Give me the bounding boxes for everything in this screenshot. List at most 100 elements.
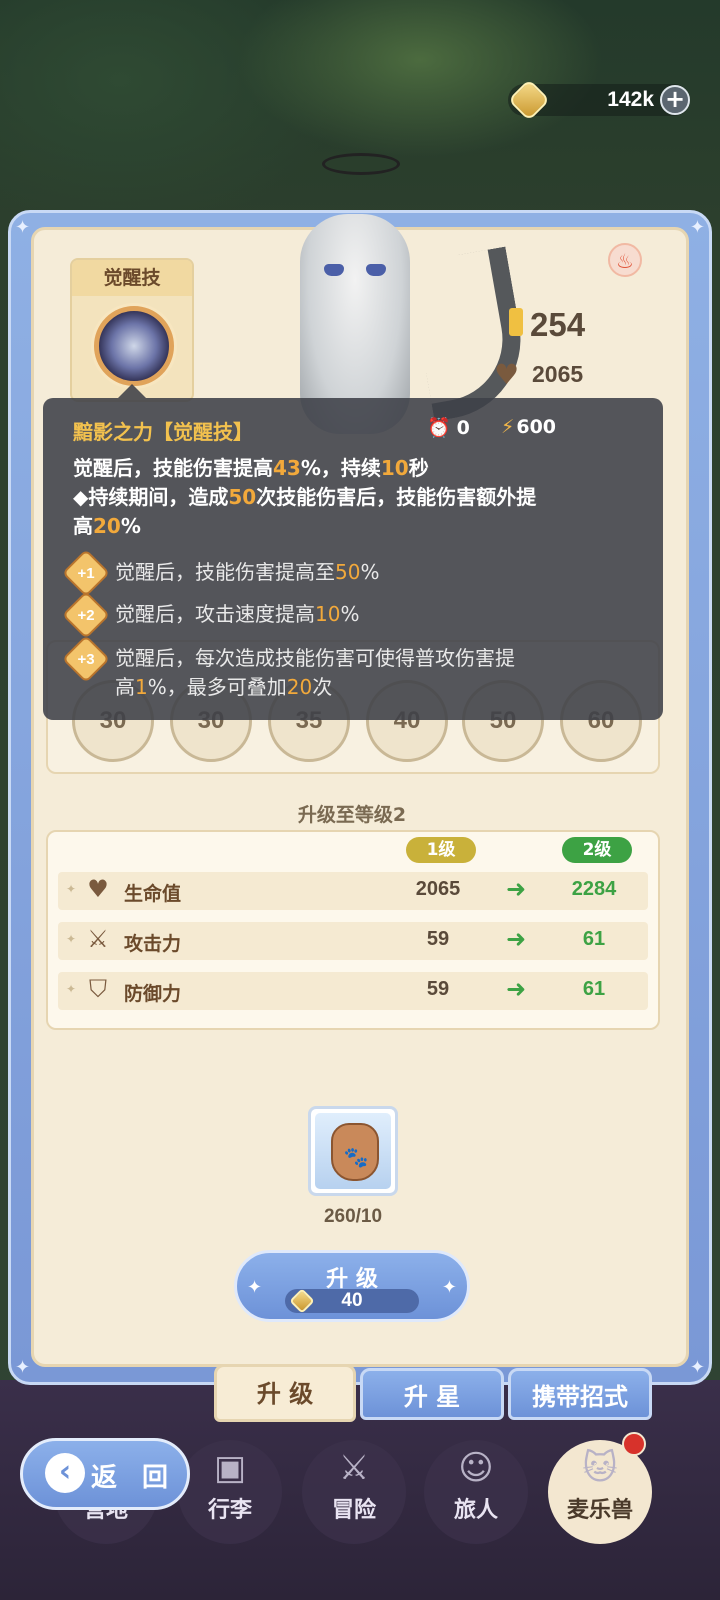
- text-segment: 觉醒后，技能伤害提高至: [115, 560, 335, 584]
- stat-current-value: 2065: [415, 878, 461, 900]
- material-item-bg: 🐾: [315, 1113, 391, 1189]
- chest-icon: ▣: [213, 1448, 247, 1488]
- nav-pets[interactable]: 🐱 麦乐兽: [548, 1432, 652, 1544]
- sparkle-icon: ✦: [66, 882, 77, 896]
- alarm-clock-icon: ⏰: [427, 417, 451, 439]
- text-segment: 高: [73, 514, 93, 538]
- text-segment: 觉醒后，攻击速度提高: [115, 602, 315, 626]
- crossed-swords-icon: ⚔: [87, 925, 109, 953]
- pet-eye: [324, 264, 344, 276]
- text-segment: 觉醒后，技能伤害提高: [73, 456, 273, 480]
- stat-name: 攻击力: [124, 933, 182, 955]
- bonus-text: 觉醒后，技能伤害提高至50%: [115, 558, 615, 587]
- material-count: 260/10: [323, 1206, 383, 1227]
- nav-adventure[interactable]: ⚔ 冒险: [302, 1440, 406, 1544]
- halo-icon: [322, 153, 400, 175]
- pet-hp-value: 2065: [532, 361, 584, 387]
- text-segment: 次技能伤害后，技能伤害额外提: [256, 485, 537, 509]
- corner-star-icon: ✦: [689, 217, 705, 238]
- cat-face-icon: 🐱: [582, 1448, 618, 1488]
- plus-icon[interactable]: +: [660, 85, 690, 115]
- highlight-number: 10: [380, 456, 409, 480]
- stat-name: 生命值: [124, 883, 182, 905]
- stat-current-value: 59: [426, 928, 450, 950]
- skill-tooltip: 黯影之力【觉醒技】 ⏰ 0 ⚡ 600 觉醒后，技能伤害提高43%，持续10秒 ◆持…: [43, 398, 663, 720]
- text-segment: %: [340, 602, 360, 626]
- desc-line: ◆持续期间，造成50次技能伤害后，技能伤害额外提: [73, 483, 633, 512]
- highlight-number: 50: [335, 560, 361, 584]
- heart-icon: ♥: [494, 358, 520, 391]
- bonus-badge-label: +2: [77, 607, 95, 624]
- energy-value: 600: [516, 416, 557, 438]
- current-level-badge: 1级: [406, 837, 476, 863]
- text-segment: 高: [115, 675, 135, 699]
- material-item[interactable]: 🐾: [308, 1106, 398, 1196]
- upgrade-cost-value: 40: [341, 1290, 363, 1311]
- stat-next-value: 61: [582, 978, 606, 1000]
- nav-traveler[interactable]: ☺ 旅人: [424, 1440, 528, 1544]
- tab-carry-skills[interactable]: 携带招式: [508, 1368, 652, 1420]
- text-segment: 觉醒后，每次造成技能伤害可使得普攻伤害提: [115, 646, 515, 670]
- corner-star-icon: ✦: [689, 1357, 705, 1378]
- nav-label: 冒险: [331, 1498, 376, 1523]
- corner-star-icon: ✦: [15, 217, 31, 238]
- fire-icon: ♨: [608, 243, 642, 277]
- desc-line: 觉醒后，技能伤害提高43%，持续10秒: [73, 454, 633, 483]
- stat-row: ✦ ⛉ 防御力 59 ➜ 61: [58, 972, 648, 1010]
- sparkle-icon: ✦: [66, 982, 77, 996]
- text-segment: %: [120, 514, 141, 538]
- heart-icon: ♥: [87, 875, 109, 903]
- nav-label: 麦乐兽: [566, 1498, 633, 1523]
- next-level-badge: 2级: [562, 837, 632, 863]
- tooltip-description: 觉醒后，技能伤害提高43%，持续10秒 ◆持续期间，造成50次技能伤害后，技能伤…: [73, 454, 633, 541]
- highlight-number: 1: [135, 675, 148, 699]
- currency-amount: 142k: [607, 88, 654, 111]
- nav-bag[interactable]: ▣ 行李: [178, 1440, 282, 1544]
- stat-name: 防御力: [124, 983, 182, 1005]
- tab-star-up[interactable]: 升 星: [360, 1368, 504, 1420]
- bonus-text: 觉醒后，攻击速度提高10%: [115, 600, 615, 629]
- sparkle-icon: ✦: [66, 932, 77, 946]
- skill-card-title: 觉醒技: [72, 260, 192, 296]
- currency-display: 142k +: [507, 78, 690, 122]
- highlight-number: 20: [286, 675, 313, 699]
- tooltip-energy: ⚡ 600: [501, 416, 556, 438]
- text-segment: %，最多可叠加: [147, 675, 287, 699]
- bonus-badge-label: +1: [77, 565, 95, 582]
- nav-label: 旅人: [453, 1498, 498, 1523]
- stat-next-value: 2284: [571, 878, 617, 900]
- nav-label: 行李: [207, 1498, 252, 1523]
- tab-upgrade[interactable]: 升 级: [214, 1364, 356, 1422]
- stat-row: ✦ ♥ 生命值 2065 ➜ 2284: [58, 872, 648, 910]
- tooltip-title: 黯影之力【觉醒技】: [73, 420, 253, 444]
- upgrade-cost: 40: [285, 1288, 419, 1314]
- shadow-skill-icon: [94, 306, 174, 386]
- awaken-skill-card[interactable]: 觉醒技: [70, 258, 194, 402]
- highlight-number: 43: [273, 456, 301, 480]
- lightning-icon: ⚡: [501, 416, 515, 438]
- power-icon: [509, 308, 523, 336]
- pet-face: [318, 252, 394, 288]
- food-sack-icon: 🐾: [331, 1123, 379, 1181]
- text-segment: %，持续: [300, 456, 381, 480]
- back-button[interactable]: ‹ 返 回: [20, 1438, 190, 1510]
- shield-icon: ⛉: [89, 975, 107, 1003]
- tooltip-pointer: [118, 384, 146, 398]
- highlight-number: 10: [315, 602, 341, 626]
- pet-power: 254: [530, 306, 586, 343]
- bonus-text: 觉醒后，每次造成技能伤害可使得普攻伤害提 高1%，最多可叠加20次: [115, 644, 615, 702]
- back-button-label: 返 回: [91, 1463, 177, 1493]
- person-icon: ☺: [458, 1448, 494, 1488]
- stat-current-value: 59: [426, 978, 450, 1000]
- stat-row: ✦ ⚔ 攻击力 59 ➜ 61: [58, 922, 648, 960]
- highlight-number: 20: [93, 514, 121, 538]
- pet-eye: [366, 264, 386, 276]
- upgrade-button[interactable]: ✦ ✦ 升 级 40: [234, 1250, 470, 1322]
- desc-line: 高20%: [73, 512, 633, 541]
- corner-star-icon: ✦: [15, 1357, 31, 1378]
- arrow-right-icon: ➜: [506, 925, 527, 953]
- bonus-badge-label: +3: [77, 651, 95, 668]
- text-segment: 次: [312, 675, 333, 699]
- tooltip-cooldown: ⏰ 0: [427, 416, 470, 439]
- arrow-right-icon: ➜: [506, 875, 527, 903]
